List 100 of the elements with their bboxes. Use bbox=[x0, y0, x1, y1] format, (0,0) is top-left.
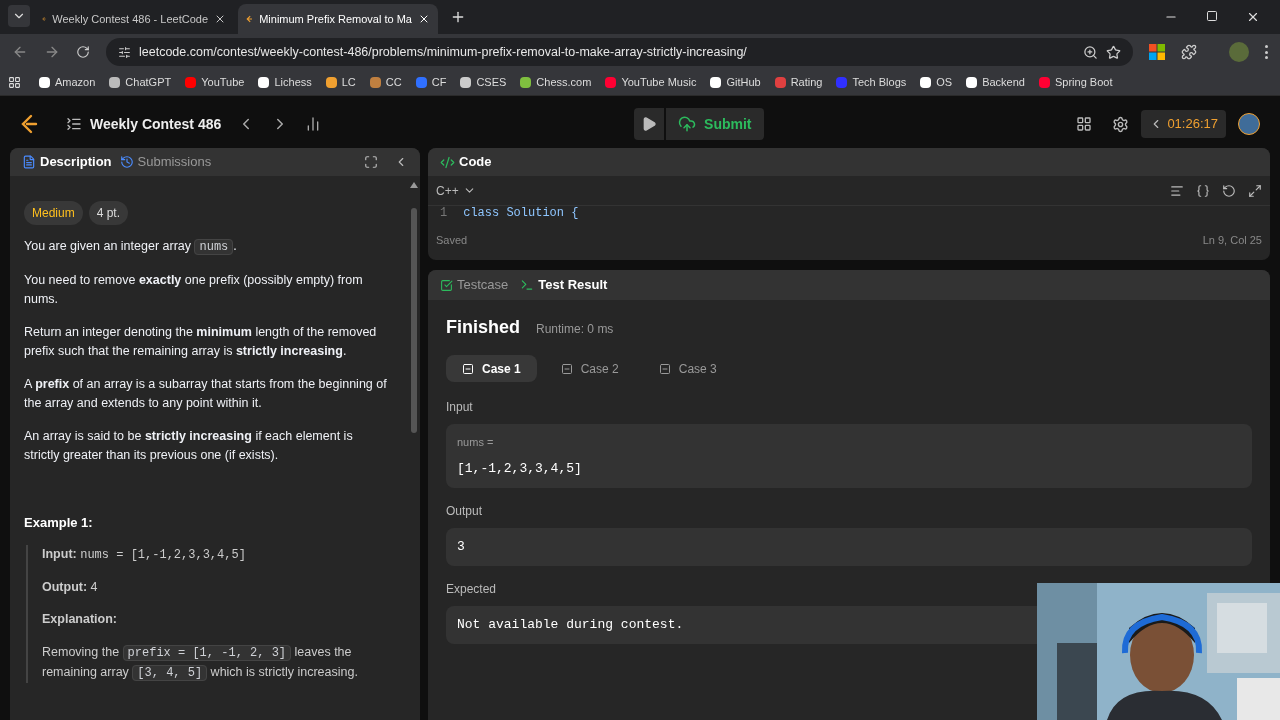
case-tab[interactable]: Case 3 bbox=[642, 355, 733, 382]
leetcode-icon bbox=[246, 13, 254, 25]
url-text: leetcode.com/contest/weekly-contest-486/problems/minimum-prefix-removal-to-make-array-strictly-increasing/ bbox=[139, 43, 748, 61]
language-dropdown[interactable]: C++ bbox=[436, 181, 476, 200]
braces-icon[interactable] bbox=[1196, 183, 1210, 198]
bookmark[interactable]: LC bbox=[325, 74, 356, 91]
bookmark-icon bbox=[710, 77, 722, 88]
bookmark[interactable]: Tech Blogs bbox=[836, 74, 907, 91]
code-line: class Solution { bbox=[463, 206, 579, 220]
example-explanation-label: Explanation: bbox=[42, 611, 118, 629]
problem-list-icon[interactable] bbox=[66, 116, 82, 132]
bookmark[interactable]: Lichess bbox=[258, 74, 312, 91]
bookmark-icon bbox=[1038, 77, 1050, 88]
bookmark[interactable]: Rating bbox=[774, 74, 823, 91]
bookmark-icon bbox=[185, 77, 197, 88]
expected-value: Not available during contest. bbox=[457, 616, 684, 635]
bookmark-star-icon[interactable] bbox=[1106, 44, 1121, 60]
description-paragraph: A prefix of an array is a subarray that starts from the beginning of the array and extends to any point within it. bbox=[24, 376, 388, 412]
bookmark-icon bbox=[415, 77, 427, 88]
new-tab-icon[interactable] bbox=[450, 9, 466, 25]
bookmark[interactable]: ChatGPT bbox=[109, 74, 172, 91]
address-bar[interactable]: leetcode.com/contest/weekly-contest-486/problems/minimum-prefix-removal-to-make-array-strictly-increasing/ bbox=[106, 38, 1133, 66]
case-tab[interactable]: Case 2 bbox=[544, 355, 635, 382]
minus-square-icon bbox=[560, 362, 573, 375]
bookmark-icon bbox=[258, 77, 270, 88]
output-value: 3 bbox=[457, 538, 465, 557]
user-avatar[interactable] bbox=[1238, 113, 1260, 135]
cloud-upload-icon bbox=[678, 115, 697, 133]
input-value: [1,-1,2,3,3,4,5] bbox=[457, 459, 583, 478]
description-paragraph: You need to remove exactly one prefix (possibly empty) from nums. bbox=[24, 272, 364, 308]
save-status: Saved bbox=[436, 232, 468, 248]
bookmark[interactable]: Backend bbox=[966, 74, 1025, 91]
history-icon bbox=[119, 155, 134, 169]
field-label: Expected bbox=[446, 581, 498, 598]
contest-title[interactable]: Weekly Contest 486 bbox=[90, 113, 222, 135]
terminal-icon bbox=[520, 278, 535, 292]
panel-tab[interactable]: Description bbox=[22, 152, 112, 172]
bookmark-icon bbox=[966, 77, 978, 88]
zoom-icon[interactable] bbox=[1083, 44, 1098, 60]
expand-icon[interactable] bbox=[1248, 183, 1262, 198]
browser-tab[interactable]: Minimum Prefix Removal to Ma bbox=[238, 4, 438, 34]
windows-logo-icon[interactable] bbox=[1149, 44, 1165, 60]
bookmark-icon bbox=[520, 77, 532, 88]
panel-tab[interactable]: Submissions bbox=[119, 152, 212, 172]
leetcode-logo-icon[interactable] bbox=[20, 114, 38, 134]
timer-button[interactable]: 01:26:17 bbox=[1141, 110, 1226, 138]
layout-icon[interactable] bbox=[1076, 116, 1093, 132]
bookmark-icon bbox=[460, 77, 472, 88]
bookmark[interactable]: GitHub bbox=[710, 74, 761, 91]
bookmark[interactable]: CC bbox=[369, 74, 402, 91]
bookmark[interactable]: YouTube Music bbox=[605, 74, 697, 91]
panel-tab[interactable]: Test Result bbox=[520, 275, 608, 295]
close-icon[interactable] bbox=[1246, 10, 1260, 24]
case-tab[interactable]: Case 1 bbox=[446, 355, 537, 382]
bookmark[interactable]: Amazon bbox=[39, 74, 96, 91]
bookmark-icon bbox=[774, 77, 786, 88]
reset-icon[interactable] bbox=[1222, 183, 1236, 198]
scroll-up-icon[interactable] bbox=[410, 182, 418, 188]
close-icon[interactable] bbox=[214, 13, 226, 25]
code-icon bbox=[440, 154, 455, 170]
submit-button[interactable]: Submit bbox=[666, 108, 764, 140]
menu-icon[interactable] bbox=[1265, 45, 1268, 59]
close-icon[interactable] bbox=[418, 13, 430, 25]
cursor-position: Ln 9, Col 25 bbox=[1202, 232, 1262, 248]
site-settings-icon[interactable] bbox=[118, 45, 131, 59]
bookmark[interactable]: CF bbox=[415, 74, 447, 91]
example-input-text: Input: nums = [1,-1,2,3,3,4,5] bbox=[42, 545, 247, 564]
apps-icon[interactable] bbox=[8, 76, 21, 89]
points-tag: 4 pt. bbox=[88, 201, 129, 225]
bookmark[interactable]: CSES bbox=[460, 74, 507, 91]
run-button[interactable] bbox=[634, 108, 665, 140]
description-paragraph: Return an integer denoting the minimum length of the removed prefix such that the remaining array is strictly increasing. bbox=[24, 324, 378, 360]
forward-icon[interactable] bbox=[44, 44, 60, 60]
minus-square-icon bbox=[658, 362, 671, 375]
bookmark[interactable]: Spring Boot bbox=[1038, 74, 1113, 91]
example-output: Output: 4 bbox=[42, 578, 99, 596]
bookmark[interactable]: OS bbox=[920, 74, 953, 91]
tab-list-button[interactable] bbox=[8, 5, 30, 27]
panel-tab[interactable]: Testcase bbox=[440, 275, 509, 295]
fullscreen-icon[interactable] bbox=[364, 155, 378, 169]
tab-title: Minimum Prefix Removal to Ma bbox=[259, 11, 412, 27]
checkbox-icon bbox=[440, 278, 453, 292]
bookmark[interactable]: YouTube bbox=[185, 74, 245, 91]
maximize-icon[interactable] bbox=[1206, 10, 1218, 22]
bookmark-icon bbox=[836, 77, 848, 88]
format-icon[interactable] bbox=[1170, 183, 1184, 198]
field-label: Output bbox=[446, 503, 484, 520]
variable-name: nums = bbox=[457, 435, 495, 450]
reload-icon[interactable] bbox=[76, 45, 90, 59]
line-number: 1 bbox=[440, 206, 448, 220]
settings-icon[interactable] bbox=[1112, 115, 1130, 133]
browser-tab[interactable]: Weekly Contest 486 - LeetCode bbox=[34, 4, 234, 34]
bookmark[interactable]: Chess.com bbox=[520, 74, 592, 91]
description-paragraph: You are given an integer array nums . bbox=[24, 238, 238, 257]
minus-square-icon bbox=[462, 362, 474, 375]
runtime-text: Runtime: 0 ms bbox=[536, 321, 614, 338]
panel-title: Code bbox=[459, 153, 492, 172]
back-icon[interactable] bbox=[12, 44, 28, 60]
extensions-icon[interactable] bbox=[1181, 44, 1197, 60]
difficulty-tag: Medium bbox=[24, 201, 83, 225]
